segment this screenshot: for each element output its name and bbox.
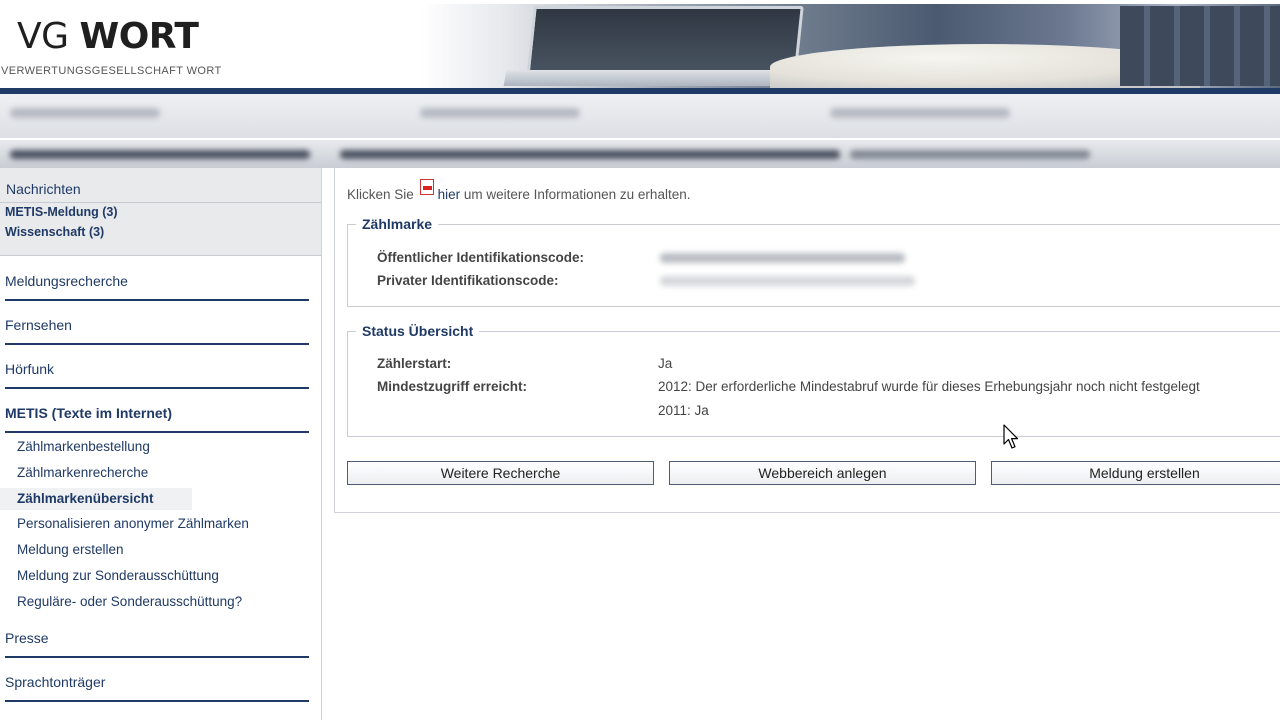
info-link[interactable]: hier — [438, 187, 461, 202]
news-title: Nachrichten — [6, 181, 81, 197]
nav-hoerfunk[interactable]: Hörfunk — [5, 361, 309, 389]
status-legend: Status Übersicht — [356, 323, 480, 339]
sub-zaehlmarkenrecherche[interactable]: Zählmarkenrecherche — [17, 465, 148, 480]
nav-meldungsrecherche[interactable]: Meldungsrecherche — [5, 273, 309, 301]
counter-start-label: Zählerstart: — [377, 356, 452, 371]
public-code-label: Öffentlicher Identifikationscode: — [377, 250, 585, 265]
logo-subtitle: VERWERTUNGSGESELLSCHAFT WORT — [1, 65, 222, 77]
mouse-cursor-icon — [1003, 424, 1019, 449]
web-area-button[interactable]: Webbereich anlegen — [669, 461, 976, 485]
vg-wort-logo[interactable]: VG WORT — [17, 16, 199, 57]
logo-vg: VG — [17, 16, 69, 57]
private-code-label: Privater Identifikationscode: — [377, 273, 559, 288]
sub-regulaere-oder-sonder[interactable]: Reguläre- oder Sonderausschüttung? — [17, 594, 242, 609]
sub-sonderausschuettung[interactable]: Meldung zur Sonderausschüttung — [17, 568, 219, 583]
logo-wort: WORT — [79, 16, 199, 57]
sub-meldung-erstellen[interactable]: Meldung erstellen — [17, 542, 124, 557]
news-divider — [0, 202, 321, 203]
main-content: Klicken Sie hier um weitere Informatione… — [334, 168, 1280, 513]
news-item-metis[interactable]: METIS-Meldung (3) — [5, 205, 118, 219]
min-access-label: Mindestzugriff erreicht: — [377, 379, 528, 394]
blurred-main-nav — [0, 140, 1280, 168]
min-access-value-2012: 2012: Der erforderliche Mindestabruf wur… — [658, 379, 1200, 394]
counter-start-value: Ja — [658, 356, 673, 371]
news-panel: Nachrichten METIS-Meldung (3) Wissenscha… — [0, 168, 321, 256]
blurred-user-bar — [0, 94, 1280, 138]
sub-zaehlmarkenuebersicht[interactable]: Zählmarkenübersicht — [0, 488, 192, 510]
intro-prefix: Klicken Sie — [347, 187, 414, 202]
sub-personalisieren[interactable]: Personalisieren anonymer Zählmarken — [17, 516, 249, 531]
laptop-image — [526, 6, 804, 78]
nav-presse[interactable]: Presse — [5, 630, 309, 658]
site-header: VG WORT VERWERTUNGSGESELLSCHAFT WORT — [0, 0, 1280, 90]
sidebar: Nachrichten METIS-Meldung (3) Wissenscha… — [0, 168, 322, 720]
nav-metis[interactable]: METIS (Texte im Internet) — [5, 405, 309, 433]
zaehlmarke-legend: Zählmarke — [356, 216, 439, 232]
intro-suffix: um weitere Informationen zu erhalten. — [463, 187, 691, 202]
further-search-button[interactable]: Weitere Recherche — [347, 461, 654, 485]
status-fieldset: Status Übersicht Zählerstart: Ja Mindest… — [347, 323, 1280, 437]
nav-fernsehen[interactable]: Fernsehen — [5, 317, 309, 345]
info-line: Klicken Sie hier um weitere Informatione… — [347, 179, 691, 202]
pdf-icon[interactable] — [419, 179, 434, 195]
redacted-private-code — [660, 276, 915, 286]
redacted-public-code — [660, 253, 905, 263]
bookshelf-image — [1120, 6, 1280, 86]
zaehlmarke-fieldset: Zählmarke Öffentlicher Identifikationsco… — [347, 216, 1280, 307]
sub-zaehlmarkenbestellung[interactable]: Zählmarkenbestellung — [17, 439, 150, 454]
min-access-value-2011: 2011: Ja — [658, 403, 709, 418]
nav-sprachtontraeger[interactable]: Sprachtonträger — [5, 674, 309, 702]
create-report-button[interactable]: Meldung erstellen — [991, 461, 1280, 485]
news-item-wissenschaft[interactable]: Wissenschaft (3) — [5, 225, 104, 239]
